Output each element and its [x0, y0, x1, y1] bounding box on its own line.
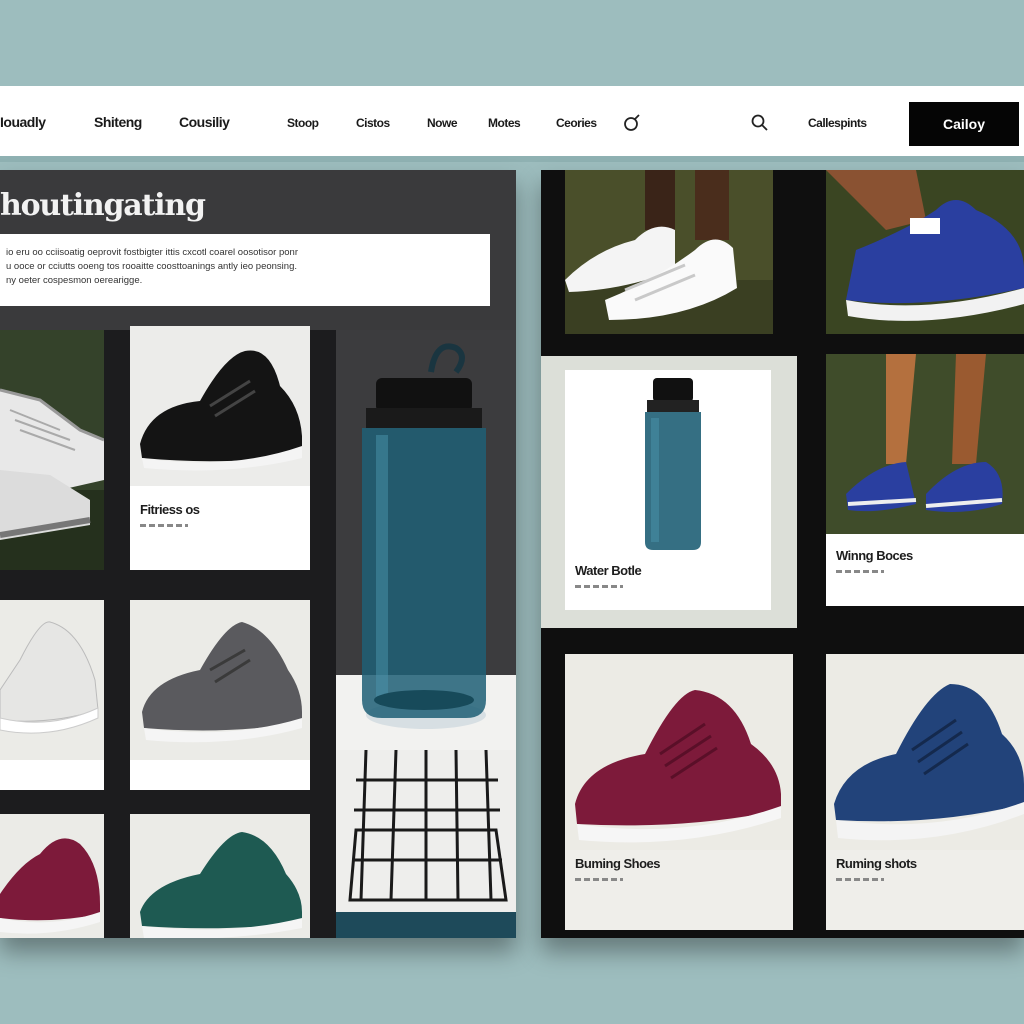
grey-shoe-image — [130, 600, 310, 790]
right-product-panel: Water Botle Winng Boces Buming Shoes Rum… — [541, 170, 1024, 938]
water-bottle-image — [336, 330, 516, 750]
black-sneaker-image — [130, 326, 310, 486]
nav-brand[interactable]: Iouadly — [0, 114, 46, 130]
product-tile-grey-shoe[interactable] — [130, 600, 310, 790]
nav-item-stoop[interactable]: Stoop — [287, 116, 319, 130]
search-icon[interactable] — [750, 113, 770, 133]
nav-item-cistos[interactable]: Cistos — [356, 116, 390, 130]
hero-description-line: ny oeter cospesmon oerearigge. — [6, 275, 143, 286]
nav-item-cousiliy[interactable]: Cousiliy — [179, 114, 230, 130]
product-price-placeholder — [836, 878, 884, 881]
maroon-running-shoe-image — [565, 654, 793, 850]
small-water-bottle-image — [645, 378, 701, 550]
product-price-placeholder — [140, 524, 188, 527]
maroon-shoe-image — [0, 814, 104, 938]
teal-shoe-image — [130, 814, 310, 938]
water-bottle-card: Water Botle — [565, 370, 771, 610]
product-label: Winng Boces — [836, 548, 913, 563]
account-link[interactable]: Callespints — [808, 116, 867, 130]
nav-item-motes[interactable]: Motes — [488, 116, 521, 130]
product-tile-white-sneakers[interactable] — [0, 330, 104, 570]
white-shoes-grass-image — [565, 170, 773, 334]
catalog-button[interactable]: Cailoy — [909, 102, 1019, 146]
product-tile-white-shoe[interactable] — [0, 600, 104, 790]
product-tile-fitness[interactable]: Fitriess os — [130, 326, 310, 570]
lifestyle-tile-white-shoes[interactable] — [565, 170, 773, 334]
wire-basket-tile[interactable] — [336, 750, 516, 938]
product-tile-winning-shoes[interactable]: Winng Boces — [826, 354, 1024, 606]
nav-item-ceories[interactable]: Ceories — [556, 116, 597, 130]
winning-shoes-card: Winng Boces — [826, 534, 1024, 606]
product-tile-teal-shoe[interactable] — [130, 814, 310, 938]
top-navigation-bar: Iouadly Shiteng Cousiliy Stoop Cistos No… — [0, 86, 1024, 162]
hero-title: houtingating — [0, 188, 206, 223]
nav-item-shiteng[interactable]: Shiteng — [94, 114, 142, 130]
hero-description-line: u ooce or cciutts ooeng tos rooaitte coo… — [6, 261, 297, 272]
product-label: Ruming shots — [836, 856, 917, 871]
product-price-placeholder — [575, 585, 623, 588]
nav-item-nowe[interactable]: Nowe — [427, 116, 458, 130]
navy-running-shoe-image — [826, 654, 1024, 850]
product-label: Buming Shoes — [575, 856, 661, 871]
product-price-placeholder — [575, 878, 623, 881]
account-circle-icon[interactable] — [622, 113, 642, 133]
blue-shoes-grass-image — [826, 170, 1024, 334]
product-tile-running-shoes-maroon[interactable]: Buming Shoes — [565, 654, 793, 930]
hero-description: io eru oo cciisoatig oeprovit fostbigter… — [0, 234, 490, 306]
product-label: Fitriess os — [140, 502, 200, 517]
product-price-placeholder — [836, 570, 884, 573]
white-sneakers-image — [0, 330, 104, 570]
product-tile-bottle-large[interactable] — [336, 330, 516, 750]
lifestyle-tile-blue-shoes[interactable] — [826, 170, 1024, 334]
legs-blue-shoes-image — [826, 354, 1024, 534]
hero-banner: houtingating io eru oo cciisoatig oeprov… — [0, 170, 516, 330]
left-product-panel: houtingating io eru oo cciisoatig oeprov… — [0, 170, 516, 938]
product-tile-running-shoes-navy[interactable]: Ruming shots — [826, 654, 1024, 930]
product-label: Water Botle — [575, 563, 642, 578]
product-tile-water-bottle[interactable]: Water Botle — [541, 356, 797, 628]
product-tile-maroon-shoe[interactable] — [0, 814, 104, 938]
wire-basket-image — [336, 750, 516, 938]
white-shoe-image — [0, 600, 104, 790]
hero-description-line: io eru oo cciisoatig oeprovit fostbigter… — [6, 247, 298, 258]
